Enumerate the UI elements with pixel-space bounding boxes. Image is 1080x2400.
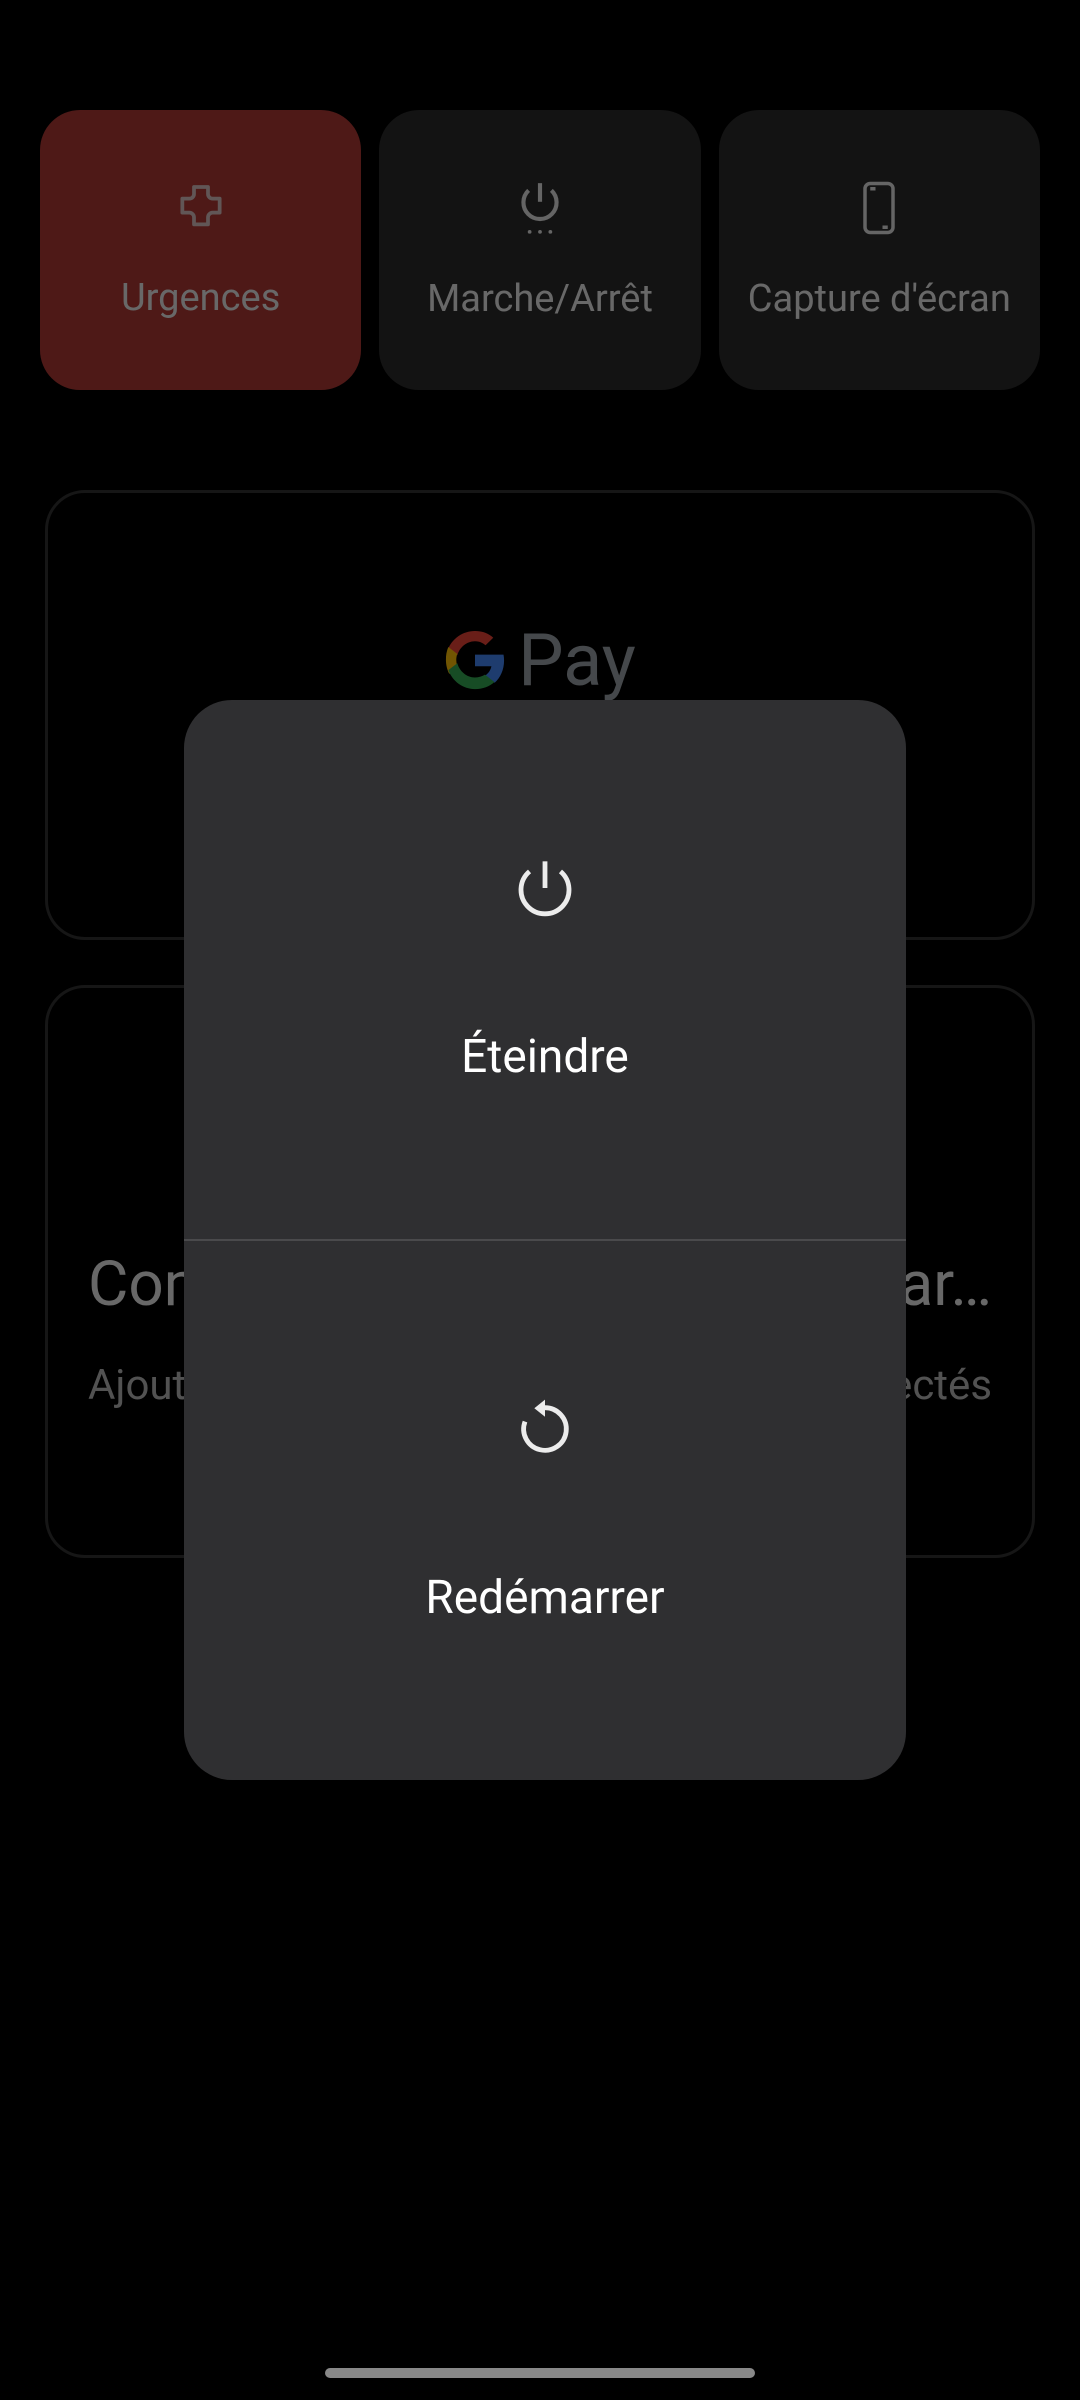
shutdown-button[interactable]: Éteindre	[184, 700, 906, 1239]
power-icon	[515, 179, 565, 237]
screenshot-icon	[858, 179, 900, 237]
gesture-nav-bar[interactable]	[325, 2368, 755, 2378]
emergency-tile[interactable]: Urgences	[40, 110, 361, 390]
google-g-icon	[444, 629, 506, 691]
screenshot-label: Capture d'écran	[748, 277, 1011, 321]
emergency-icon	[173, 180, 229, 236]
shutdown-label: Éteindre	[461, 1030, 629, 1084]
restart-button[interactable]: Redémarrer	[184, 1241, 906, 1780]
restart-icon	[513, 1397, 577, 1461]
gpay-pay-text: Pay	[518, 618, 636, 703]
gpay-logo: Pay	[444, 618, 636, 703]
power-off-icon	[513, 856, 577, 920]
power-tile[interactable]: Marche/Arrêt	[379, 110, 700, 390]
power-dialog: Éteindre Redémarrer	[184, 700, 906, 1780]
screenshot-tile[interactable]: Capture d'écran	[719, 110, 1040, 390]
power-label: Marche/Arrêt	[427, 277, 653, 321]
top-actions-row: Urgences Marche/Arrêt Capture d'écran	[40, 110, 1040, 390]
restart-label: Redémarrer	[425, 1571, 664, 1625]
emergency-label: Urgences	[121, 276, 280, 320]
